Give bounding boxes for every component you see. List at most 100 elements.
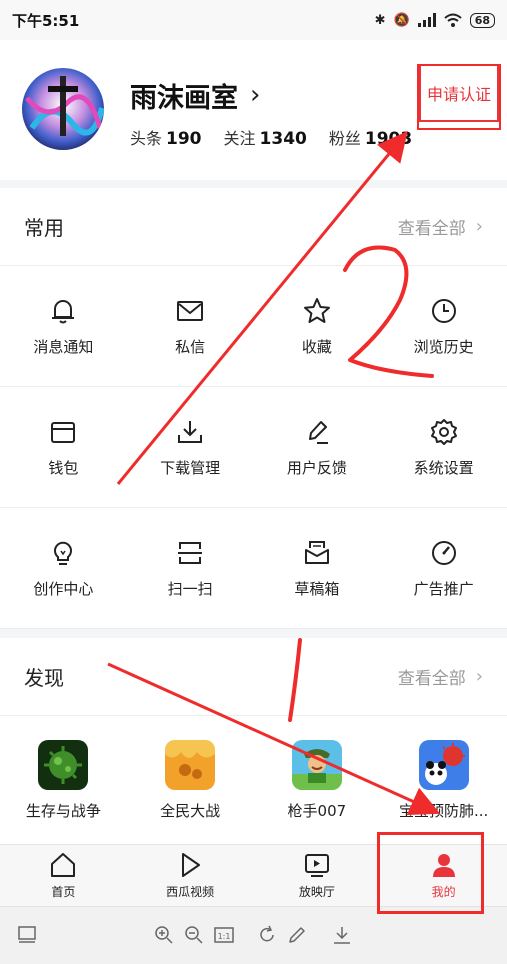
scan-icon (178, 541, 203, 564)
menu-item-label: 消息通知 (33, 337, 94, 356)
nav-label: 首页 (51, 885, 76, 899)
drafts-icon (304, 540, 329, 564)
username[interactable]: 雨沫画室 (130, 76, 238, 115)
stat-following[interactable]: 关注 1340 (224, 125, 307, 149)
clock-icon (431, 298, 456, 323)
chevron-right-icon: › (475, 666, 483, 687)
section-title: 发现 (24, 666, 64, 690)
status-time: 下午5:51 (12, 11, 80, 30)
battery-indicator: 68 (469, 12, 495, 28)
lightbulb-icon (54, 541, 73, 565)
menu-item-label: 收藏 (301, 337, 332, 356)
actual-size-icon[interactable]: 1:1 (213, 924, 235, 946)
app-item-gunner-007[interactable]: 枪手007 (254, 716, 381, 844)
download-icon (178, 420, 203, 443)
bluetooth-icon: ✱ (374, 12, 386, 28)
menu-item-downloads[interactable]: 下载管理 (127, 387, 254, 507)
menu-item-messages[interactable]: 私信 (127, 266, 254, 386)
virus-game-icon (38, 739, 89, 790)
stat-value: 1903 (364, 129, 413, 149)
tv-play-icon (304, 854, 329, 877)
signal-icon (417, 13, 436, 27)
menu-item-label: 创作中心 (33, 579, 94, 598)
nav-cinema[interactable]: 放映厅 (254, 845, 381, 906)
mute-bell-icon: 🔕 (393, 12, 410, 28)
see-all-label: 查看全部 (397, 219, 466, 239)
nav-label: 放映厅 (298, 885, 335, 899)
menu-item-label: 用户反馈 (286, 458, 347, 477)
zoom-out-icon[interactable] (183, 924, 205, 946)
see-all-label: 查看全部 (397, 669, 466, 689)
home-icon (51, 853, 76, 877)
stat-followers[interactable]: 粉丝 1903 (329, 125, 412, 149)
app-label: 全民大战 (160, 801, 221, 820)
svg-text:1:1: 1:1 (218, 932, 231, 941)
app-label: 枪手007 (287, 801, 347, 820)
status-icons: ✱ 🔕 68 (374, 12, 495, 28)
menu-item-ad-promotion[interactable]: 广告推广 (380, 508, 507, 628)
fit-screen-icon[interactable] (16, 924, 38, 946)
orange-game-icon (165, 739, 216, 790)
menu-item-creator-center[interactable]: 创作中心 (0, 508, 127, 628)
menu-item-label: 浏览历史 (413, 337, 474, 356)
discover-apps-row: 生存与战争 全民大战 枪手007 宝宝预防肺... (0, 716, 507, 844)
menu-item-drafts[interactable]: 草稿箱 (254, 508, 381, 628)
menu-item-settings[interactable]: 系统设置 (380, 387, 507, 507)
feedback-pen-icon (308, 420, 328, 444)
chevron-right-icon: › (475, 216, 483, 237)
app-item-baby-prevent[interactable]: 宝宝预防肺... (380, 716, 507, 844)
nav-home[interactable]: 首页 (0, 845, 127, 906)
bell-icon (52, 299, 75, 323)
common-row-3: 创作中心 扫一扫 草稿箱 广告推广 (0, 508, 507, 629)
menu-item-label: 钱包 (48, 458, 79, 477)
common-row-2: 钱包 下载管理 用户反馈 系统设置 (0, 387, 507, 508)
avatar[interactable] (22, 68, 104, 150)
save-download-icon[interactable] (331, 924, 353, 946)
app-item-all-war[interactable]: 全民大战 (127, 716, 254, 844)
viewer-toolbar: 1:1 (0, 906, 507, 964)
wallet-icon (51, 421, 76, 443)
nav-xigua-video[interactable]: 西瓜视频 (127, 845, 254, 906)
app-label: 生存与战争 (25, 801, 101, 820)
annotation-box-mine-tab (377, 832, 484, 914)
rotate-icon[interactable] (256, 924, 278, 946)
menu-item-label: 系统设置 (413, 458, 474, 477)
menu-item-label: 扫一扫 (167, 579, 213, 598)
menu-item-label: 广告推广 (413, 579, 474, 598)
app-item-survival-war[interactable]: 生存与战争 (0, 716, 127, 844)
stat-label: 关注 (223, 129, 256, 148)
stat-label: 头条 (130, 129, 163, 148)
menu-item-notifications[interactable]: 消息通知 (0, 266, 127, 386)
section-title: 常用 (24, 216, 64, 240)
discover-section-header: 发现 查看全部 › (0, 638, 507, 716)
stat-value: 1340 (259, 129, 307, 149)
mail-icon (177, 300, 204, 321)
edit-pencil-icon[interactable] (286, 924, 308, 946)
zoom-in-icon[interactable] (153, 924, 175, 946)
chevron-right-icon[interactable]: › (250, 80, 260, 110)
menu-item-label: 草稿箱 (294, 579, 340, 598)
stat-value: 190 (166, 129, 202, 149)
menu-item-feedback[interactable]: 用户反馈 (254, 387, 381, 507)
star-icon (303, 297, 330, 323)
stat-label: 粉丝 (328, 129, 361, 148)
menu-item-scan[interactable]: 扫一扫 (127, 508, 254, 628)
nav-label: 西瓜视频 (166, 885, 215, 899)
app-label: 宝宝预防肺... (398, 801, 489, 820)
gear-icon (430, 418, 457, 445)
stat-toutiao[interactable]: 头条 190 (130, 125, 202, 149)
see-all-discover-link[interactable]: 查看全部 › (398, 664, 483, 689)
see-all-common-link[interactable]: 查看全部 › (398, 214, 483, 239)
panda-game-icon (418, 739, 469, 790)
status-bar: 下午5:51 ✱ 🔕 68 (0, 0, 507, 40)
gunner-game-icon (291, 739, 342, 790)
menu-item-label: 私信 (175, 337, 206, 356)
menu-item-label: 下载管理 (160, 458, 221, 477)
menu-item-history[interactable]: 浏览历史 (380, 266, 507, 386)
menu-item-wallet[interactable]: 钱包 (0, 387, 127, 507)
play-icon (182, 853, 201, 877)
menu-item-favorites[interactable]: 收藏 (254, 266, 381, 386)
common-section-header: 常用 查看全部 › (0, 188, 507, 266)
annotation-box-certification (417, 64, 501, 130)
common-row-1: 消息通知 私信 收藏 浏览历史 (0, 266, 507, 387)
